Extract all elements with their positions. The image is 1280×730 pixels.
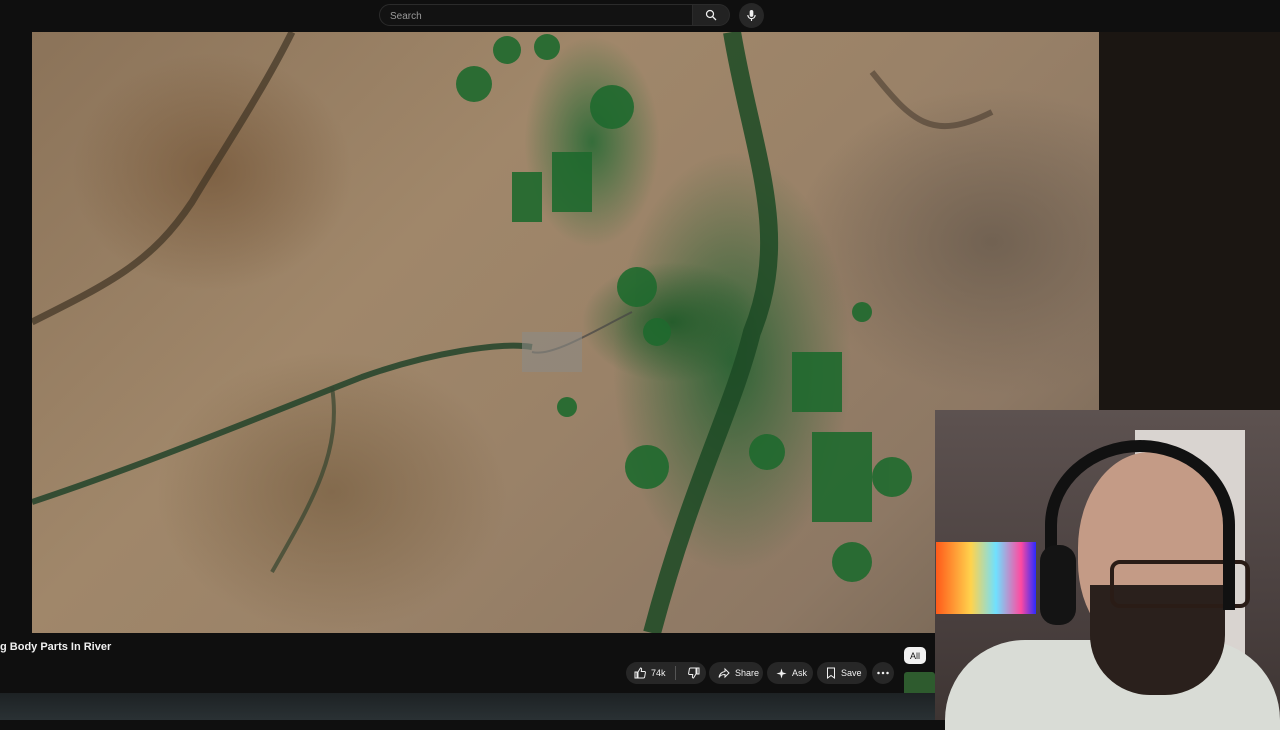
- left-margin: [0, 32, 32, 633]
- chip-all[interactable]: All: [904, 647, 926, 664]
- share-label: Share: [735, 668, 760, 678]
- like-button[interactable]: 74k: [626, 667, 670, 679]
- mic-icon: [746, 9, 757, 22]
- search-icon: [705, 9, 717, 21]
- dislike-button[interactable]: [688, 667, 700, 679]
- ask-label: Ask: [792, 668, 808, 678]
- save-label: Save: [841, 668, 862, 678]
- save-button[interactable]: Save: [817, 662, 867, 684]
- share-icon: [718, 667, 730, 679]
- bottom-strip: [0, 693, 935, 720]
- search-box[interactable]: [379, 4, 693, 27]
- right-margin: [1099, 32, 1280, 410]
- thumbs-up-icon: [634, 667, 646, 679]
- sparkle-icon: [776, 667, 787, 679]
- like-count: 74k: [651, 668, 666, 678]
- more-actions-button[interactable]: [872, 662, 894, 684]
- headphone-earcup: [1040, 545, 1076, 625]
- more-horizontal-icon: [877, 671, 889, 675]
- webcam-background-screen: [936, 542, 1036, 614]
- like-divider: [675, 666, 676, 680]
- top-bar: [0, 0, 1280, 32]
- like-dislike-group: 74k: [626, 662, 706, 684]
- share-button[interactable]: Share: [709, 662, 763, 684]
- search-input[interactable]: [388, 5, 687, 27]
- bookmark-icon: [826, 667, 836, 679]
- thumbs-down-icon: [688, 667, 700, 679]
- voice-search-button[interactable]: [739, 3, 764, 28]
- video-title: g Body Parts In River: [0, 641, 112, 653]
- search-button[interactable]: [693, 4, 730, 26]
- ask-button[interactable]: Ask: [767, 662, 813, 684]
